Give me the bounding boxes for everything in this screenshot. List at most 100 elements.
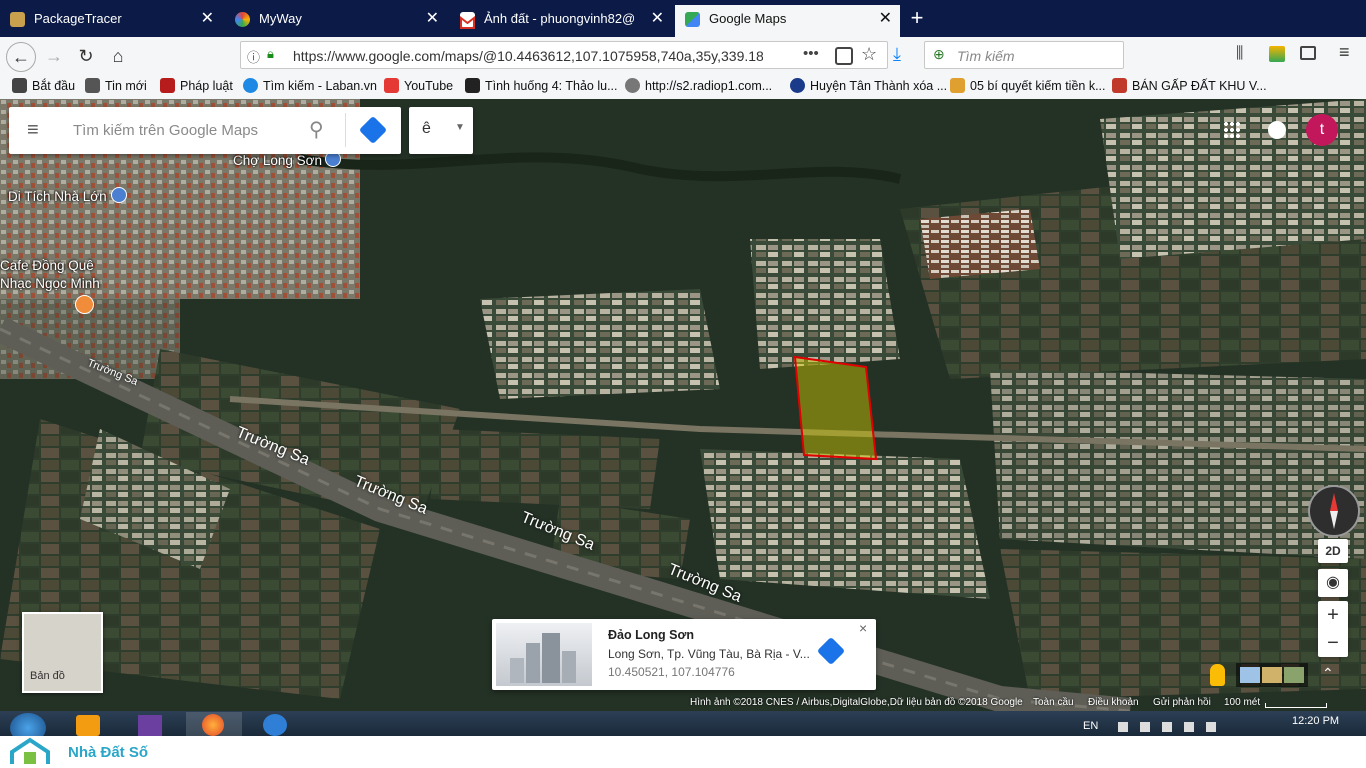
menu-icon[interactable]: ≡ [1339,42,1350,63]
rss-icon [85,78,100,93]
bookmark-item[interactable]: Tin mới [85,77,147,95]
language-indicator[interactable]: EN [1083,720,1098,732]
place-title: Đảo Long Sơn [608,628,694,642]
bookmark-item[interactable]: http://s2.radiop1.com... [625,77,772,95]
extension-icon[interactable] [1269,46,1285,62]
imagery-thumb[interactable] [1262,667,1282,683]
maps-search-box[interactable]: ≡ Tìm kiếm trên Google Maps ⚲ [9,107,401,154]
myway-icon [235,12,250,27]
new-tab-button[interactable]: + [903,4,931,32]
tab-myway[interactable]: MyWay ✕ [225,5,447,37]
place-thumbnail[interactable] [496,623,592,686]
place-info-card[interactable]: Đảo Long Sơn Long Sơn, Tp. Vũng Tàu, Bà … [492,619,876,690]
reload-button[interactable]: ↻ [72,42,100,70]
layer-label: Bản đồ [30,670,65,682]
sidebar-icon[interactable] [1300,46,1316,60]
map-layer-toggle[interactable]: Bản đồ [22,612,103,693]
apps-grid-icon[interactable] [1223,121,1241,139]
terms-link[interactable]: Điều khoản [1088,697,1139,708]
chevron-down-icon[interactable]: ▼ [455,122,465,133]
library-icon[interactable]: ⫼ [1236,45,1243,63]
tab-title: MyWay [259,11,302,26]
imagery-thumb[interactable] [1284,667,1304,683]
bookmark-label: Tình huống 4: Thảo lu... [485,79,618,93]
bookmark-item[interactable]: BÁN GẤP ĐẤT KHU V... [1112,77,1267,95]
tab-google-maps[interactable]: Google Maps ✕ [675,5,900,37]
notifications-icon[interactable] [1268,121,1286,139]
bookmark-item[interactable]: Bắt đầu [12,77,75,95]
directions-icon[interactable] [816,636,846,666]
zoom-out-button[interactable]: − [1318,629,1348,657]
input-tools-box[interactable]: ê ▼ [409,107,473,154]
place-label[interactable]: Cafe Đồng Quê [0,258,94,273]
bookmark-item[interactable]: Tình huống 4: Thảo lu... [465,77,618,95]
place-label[interactable]: Chợ Long Sơn [233,153,322,168]
chrome-icon[interactable] [263,714,287,736]
clock[interactable]: 12:20 PM [1292,715,1339,727]
feedback-link[interactable]: Gửi phản hồi [1153,697,1211,708]
globe-icon [625,78,640,93]
more-icon[interactable]: ••• [803,45,819,62]
place-label[interactable]: Nhạc Ngọc Minh [0,276,100,291]
zoom-in-button[interactable]: + [1318,601,1348,629]
hamburger-menu-icon[interactable]: ≡ [27,119,39,142]
close-icon[interactable]: ✕ [879,5,892,33]
forward-button[interactable]: → [40,42,68,70]
cafe-pin-icon[interactable] [75,295,94,314]
bookmark-item[interactable]: Tìm kiếm - Laban.vn [243,77,377,95]
close-icon[interactable]: ✕ [426,5,439,33]
app-icon[interactable] [76,715,100,736]
bookmark-label: Tìm kiếm - Laban.vn [263,79,377,93]
map-canvas[interactable]: Chợ Long Sơn Di Tích Nhà Lớn Cafe Đồng Q… [0,99,1366,711]
search-icon[interactable]: ⚲ [309,117,324,142]
url-bar[interactable]: ⓘ 🔒︎ https://www.google.com/maps/@10.446… [240,41,888,69]
home-button[interactable]: ⌂ [104,42,132,70]
directions-icon[interactable] [358,115,388,145]
tray-icons[interactable] [1118,722,1228,732]
bookmark-item[interactable]: 05 bí quyết kiếm tiền k... [950,77,1106,95]
visual-studio-icon[interactable] [138,715,162,736]
house-icon [1112,78,1127,93]
bookmark-star-icon[interactable]: ☆ [861,44,877,65]
gmail-icon [460,12,475,29]
close-icon[interactable]: ✕ [651,5,664,33]
compass-control[interactable] [1308,485,1360,537]
my-location-icon[interactable]: ◉ [1318,569,1348,597]
imagery-strip[interactable] [1236,663,1308,687]
bookmark-item[interactable]: YouTube [384,77,453,95]
view-2d-button[interactable]: 2D [1318,539,1348,563]
chevron-up-icon[interactable]: ⌃ [1322,665,1334,682]
back-button[interactable]: ← [6,42,36,72]
maps-search-input[interactable]: Tìm kiếm trên Google Maps [73,122,258,139]
url-text[interactable]: https://www.google.com/maps/@10.4463612,… [293,48,763,64]
laban-icon [243,78,258,93]
firefox-taskbar-button[interactable] [186,712,242,736]
search-bar[interactable]: ⊕ Tìm kiếm [924,41,1124,69]
package-icon [10,12,25,27]
maps-icon [685,12,700,27]
input-language[interactable]: ê [422,120,431,138]
tab-packagetracer[interactable]: PackageTracer ✕ [0,5,222,37]
building-icon [510,633,576,683]
close-icon[interactable]: × [859,620,867,636]
bookmark-item[interactable]: Pháp luật [160,77,233,95]
close-icon[interactable]: ✕ [201,5,214,33]
place-label[interactable]: Di Tích Nhà Lớn [8,189,107,204]
bookmark-label: Tin mới [105,79,147,93]
bookmark-label: Huyện Tân Thành xóa ... [810,79,948,93]
pegman-icon[interactable] [1210,664,1225,686]
scale-label: 100 mét [1224,697,1261,708]
bookmark-item[interactable]: Huyện Tân Thành xóa ... [790,77,947,95]
landmark-pin-icon[interactable] [111,187,127,203]
global-link[interactable]: Toàn cầu [1033,697,1074,708]
zoom-control: + − [1318,601,1348,657]
windows-taskbar: EN 12:20 PM [0,711,1366,743]
imagery-thumb[interactable] [1240,667,1260,683]
info-icon[interactable]: ⓘ [247,47,260,66]
tab-gmail[interactable]: Ảnh đất - phuongvinh82@gma ✕ [450,5,672,37]
lock-icon[interactable]: 🔒︎ [267,46,274,62]
pocket-icon[interactable] [835,47,853,65]
account-avatar[interactable]: t [1306,114,1338,146]
phapluat-icon [160,78,175,93]
download-icon[interactable]: ⤓ [893,44,901,65]
